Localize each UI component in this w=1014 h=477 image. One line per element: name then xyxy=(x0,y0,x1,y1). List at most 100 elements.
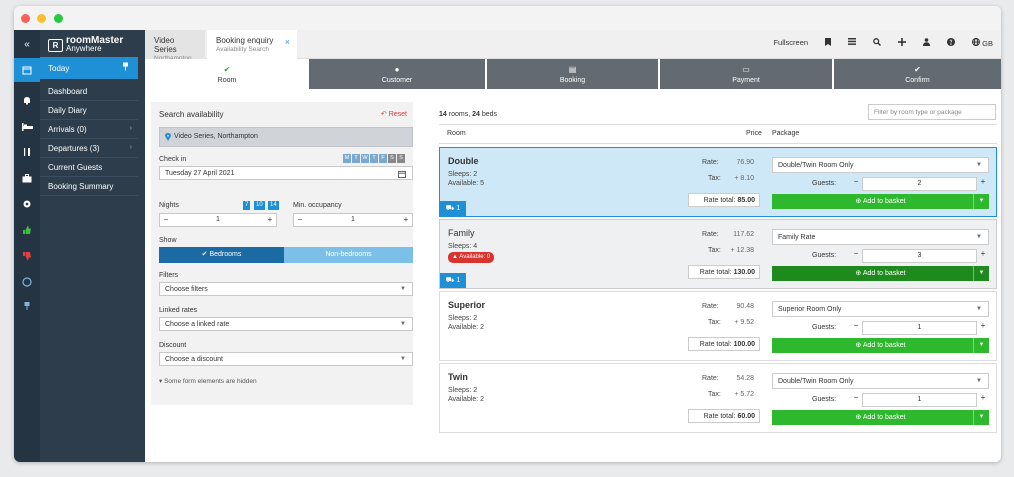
room-filter-input[interactable]: Filter by room type or package xyxy=(868,104,996,120)
weekday-t[interactable]: T xyxy=(352,154,360,163)
circle-arrow-icon[interactable] xyxy=(14,270,40,294)
add-to-basket-button[interactable]: ⊕ Add to basket ▼ xyxy=(772,194,989,209)
results-summary: 14 rooms, 24 beds xyxy=(439,111,497,118)
guests-stepper[interactable]: − 3 + xyxy=(850,249,989,263)
calendar-icon[interactable] xyxy=(14,58,40,82)
thumbs-up-icon[interactable] xyxy=(14,218,40,242)
guests-stepper[interactable]: − 1 + xyxy=(850,321,989,335)
thumbs-down-icon[interactable] xyxy=(14,244,40,268)
show-label: Show xyxy=(159,237,177,244)
step-booking[interactable]: ▤ Booking xyxy=(487,59,658,89)
basket-count-badge[interactable]: ⛟ 1 xyxy=(440,201,466,216)
decrement-button[interactable]: − xyxy=(850,177,862,191)
bookmark-icon[interactable] xyxy=(825,38,832,50)
increment-button[interactable]: + xyxy=(977,249,989,263)
weekday-s[interactable]: S xyxy=(397,154,405,163)
weekday-w[interactable]: W xyxy=(361,154,369,163)
nights-stepper[interactable]: − 1 + xyxy=(159,213,277,227)
maximize-window-button[interactable] xyxy=(54,14,63,23)
caret-down-icon[interactable]: ▼ xyxy=(973,194,989,209)
tab-video-series[interactable]: Video Series Northampton xyxy=(145,30,205,62)
weekday-t[interactable]: T xyxy=(370,154,378,163)
decrement-button[interactable]: − xyxy=(850,321,862,335)
language-selector[interactable]: GB xyxy=(972,38,993,50)
add-to-basket-button[interactable]: ⊕ Add to basket ▼ xyxy=(772,266,989,281)
guests-stepper[interactable]: − 2 + xyxy=(850,177,989,191)
nav-item-departures[interactable]: Departures (3) › xyxy=(40,140,138,158)
decrement-button[interactable]: − xyxy=(850,393,862,407)
increment-button[interactable]: + xyxy=(264,215,276,224)
min-occupancy-stepper[interactable]: − 1 + xyxy=(293,213,413,227)
non-bedrooms-toggle[interactable]: Non-bedrooms xyxy=(284,247,413,263)
bell-icon[interactable] xyxy=(14,88,40,112)
user-icon[interactable] xyxy=(923,38,931,50)
nav-item-dashboard[interactable]: Dashboard xyxy=(40,83,138,101)
increment-button[interactable]: + xyxy=(977,177,989,191)
pin-icon[interactable] xyxy=(14,294,40,318)
list-icon[interactable] xyxy=(848,38,857,50)
weekday-m[interactable]: M xyxy=(343,154,351,163)
calendar-icon[interactable] xyxy=(398,170,406,180)
reset-button[interactable]: ↶ Reset xyxy=(381,110,407,118)
discount-select[interactable]: Choose a discount ▼ xyxy=(159,352,413,366)
step-room[interactable]: ✔ Room xyxy=(147,59,307,89)
nav-item-booking-summary[interactable]: Booking Summary xyxy=(40,178,138,196)
plus-icon[interactable] xyxy=(898,38,907,50)
checkin-date-field[interactable]: Tuesday 27 April 2021 xyxy=(159,166,413,180)
close-window-button[interactable] xyxy=(21,14,30,23)
increment-button[interactable]: + xyxy=(400,215,412,224)
increment-button[interactable]: + xyxy=(977,393,989,407)
bedrooms-toggle[interactable]: ✔ Bedrooms xyxy=(159,247,284,263)
decrement-button[interactable]: − xyxy=(850,249,862,263)
undo-icon: ↶ xyxy=(380,111,387,118)
package-select[interactable]: Family Rate ▼ xyxy=(772,229,989,245)
tab-subtitle: Availability Search xyxy=(216,46,269,53)
add-to-basket-button[interactable]: ⊕ Add to basket ▼ xyxy=(772,338,989,353)
help-icon[interactable] xyxy=(947,38,956,50)
weekday-s[interactable]: S xyxy=(388,154,396,163)
package-select[interactable]: Double/Twin Room Only ▼ xyxy=(772,373,989,389)
nights-preset-10[interactable]: 10 xyxy=(254,201,265,210)
minimize-window-button[interactable] xyxy=(37,14,46,23)
filters-select[interactable]: Choose filters ▼ xyxy=(159,282,413,296)
nav-item-daily-diary[interactable]: Daily Diary xyxy=(40,102,138,120)
close-icon[interactable]: × xyxy=(285,38,290,47)
pin-icon[interactable] xyxy=(122,62,129,73)
fullscreen-button[interactable]: Fullscreen xyxy=(773,38,808,50)
hidden-elements-toggle[interactable]: ▾ Some form elements are hidden xyxy=(159,377,257,385)
nav-item-current-guests[interactable]: Current Guests xyxy=(40,159,138,177)
increment-button[interactable]: + xyxy=(977,321,989,335)
caret-down-icon[interactable]: ▼ xyxy=(973,338,989,353)
weekday-f[interactable]: F xyxy=(379,154,387,163)
basket-count-badge[interactable]: ⛟ 1 xyxy=(440,273,466,288)
nav-item-arrivals[interactable]: Arrivals (0) › xyxy=(40,121,138,139)
decrement-button[interactable]: − xyxy=(160,215,172,224)
caret-down-icon[interactable]: ▼ xyxy=(973,410,989,425)
guests-stepper[interactable]: − 1 + xyxy=(850,393,989,407)
location-field[interactable]: Video Series, Northampton xyxy=(159,127,413,147)
search-icon[interactable] xyxy=(873,38,882,50)
step-label: Payment xyxy=(732,77,760,84)
briefcase-icon[interactable] xyxy=(14,166,40,190)
package-select[interactable]: Double/Twin Room Only ▼ xyxy=(772,157,989,173)
collapse-icon[interactable]: « xyxy=(14,32,40,56)
nights-preset-14[interactable]: 14 xyxy=(268,201,279,210)
step-customer[interactable]: ● Customer xyxy=(309,59,485,89)
tab-booking-enquiry[interactable]: Booking enquiry Availability Search × xyxy=(207,30,297,59)
cutlery-icon[interactable] xyxy=(14,140,40,164)
gear-icon[interactable] xyxy=(14,192,40,216)
add-to-basket-button[interactable]: ⊕ Add to basket ▼ xyxy=(772,410,989,425)
step-confirm[interactable]: ✔ Confirm xyxy=(834,59,1001,89)
rate-total-label: Rate total: xyxy=(699,269,732,276)
caret-down-icon[interactable]: ▼ xyxy=(973,266,989,281)
nav-today[interactable]: Today xyxy=(40,57,138,79)
step-payment[interactable]: ▭ Payment xyxy=(660,59,832,89)
decrement-button[interactable]: − xyxy=(294,215,306,224)
bed-icon[interactable] xyxy=(14,114,40,138)
bed-count: 24 xyxy=(472,111,480,118)
linked-rates-select[interactable]: Choose a linked rate ▼ xyxy=(159,317,413,331)
caret-down-icon: ▼ xyxy=(400,356,406,362)
plus-circle-icon: ⊕ xyxy=(855,414,862,421)
package-select[interactable]: Superior Room Only ▼ xyxy=(772,301,989,317)
nights-preset-7[interactable]: 7 xyxy=(243,201,251,210)
